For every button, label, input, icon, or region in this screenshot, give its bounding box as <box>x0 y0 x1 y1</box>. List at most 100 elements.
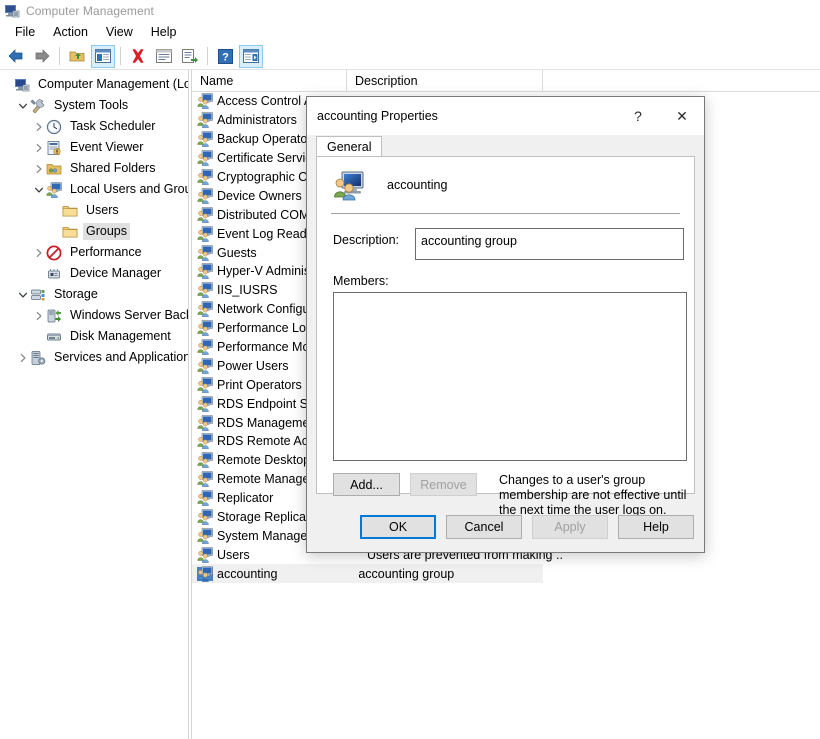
ok-button[interactable]: OK <box>360 514 436 539</box>
tree-item-groups[interactable]: Groups <box>0 221 188 242</box>
chevron-down-icon[interactable] <box>16 95 30 116</box>
tree-item-disk-management[interactable]: Disk Management <box>0 326 188 347</box>
console-tree-pane: Computer Management (Local System Tools … <box>0 70 188 739</box>
tree-item-label: Users <box>86 203 119 217</box>
computer-management-window: Computer Management File Action View Hel… <box>0 0 820 739</box>
event-viewer-icon <box>46 140 62 156</box>
chevron-right-icon[interactable] <box>32 158 46 179</box>
local-users-groups-icon <box>46 181 62 198</box>
chevron-right-icon[interactable] <box>32 116 46 137</box>
chevron-down-icon[interactable] <box>32 179 46 200</box>
tree-item-device-manager[interactable]: Device Manager <box>0 263 188 284</box>
chevron-right-icon[interactable] <box>16 347 30 368</box>
tree-item-performance[interactable]: Performance <box>0 242 188 263</box>
tree-item-task-scheduler[interactable]: Task Scheduler <box>0 116 188 137</box>
description-input[interactable]: accounting group <box>415 228 684 260</box>
tab-page-general: accounting Description: accounting group… <box>316 156 695 517</box>
group-icon <box>197 320 213 336</box>
menu-action[interactable]: Action <box>44 23 97 41</box>
menu-bar: File Action View Help <box>0 21 820 43</box>
chevron-right-icon[interactable] <box>32 242 46 263</box>
shared-folders-icon <box>46 161 62 177</box>
group-icon <box>197 339 213 355</box>
device-manager-icon <box>46 266 62 282</box>
menu-view[interactable]: View <box>97 23 142 41</box>
cancel-button[interactable]: Cancel <box>446 514 522 539</box>
chevron-down-icon[interactable] <box>16 284 30 305</box>
folder-icon <box>62 224 78 240</box>
help-button[interactable]: Help <box>618 514 694 539</box>
tree-item-label: Disk Management <box>70 329 171 343</box>
table-row[interactable]: accounting accounting group <box>192 564 543 584</box>
menu-help[interactable]: Help <box>142 23 186 41</box>
group-icon <box>197 131 213 148</box>
tree-item-services-and-applications[interactable]: Services and Applications <box>0 347 188 368</box>
close-icon[interactable]: ✕ <box>660 101 704 131</box>
back-icon[interactable] <box>4 45 28 68</box>
group-name-label: accounting <box>387 178 448 192</box>
up-folder-icon[interactable] <box>65 45 89 68</box>
console-tree: Computer Management (Local System Tools … <box>0 70 188 368</box>
description-row: Description: accounting group <box>317 214 694 260</box>
tree-item-event-viewer[interactable]: Event Viewer <box>0 137 188 158</box>
tree-item-label: Performance <box>70 245 142 259</box>
folder-icon <box>62 203 78 219</box>
tree-item-label: Task Scheduler <box>70 119 156 133</box>
remove-button: Remove <box>410 473 477 496</box>
toolbar-separator <box>59 47 60 65</box>
group-icon <box>197 376 213 393</box>
column-header-name[interactable]: Name <box>192 70 347 91</box>
group-icon <box>197 282 213 299</box>
tree-item-label: Device Manager <box>70 266 162 280</box>
group-icon <box>197 528 213 544</box>
show-hide-console-tree-icon[interactable] <box>91 44 115 68</box>
tree-item-shared-folders[interactable]: Shared Folders <box>0 158 188 179</box>
computer-management-icon <box>4 3 20 19</box>
tab-general[interactable]: General <box>316 136 383 157</box>
toolbar: ? <box>0 43 820 70</box>
properties-icon[interactable] <box>152 45 176 68</box>
description-label: Description: <box>333 233 399 247</box>
help-icon[interactable]: ? <box>213 45 237 68</box>
tree-item-label: Storage <box>54 287 98 301</box>
group-icon <box>197 188 213 204</box>
storage-icon <box>30 287 46 303</box>
forward-icon[interactable] <box>30 45 54 68</box>
column-header-description[interactable]: Description <box>347 70 543 91</box>
export-list-icon[interactable] <box>178 45 202 68</box>
performance-icon <box>46 245 62 261</box>
tree-item-computer-management-local[interactable]: Computer Management (Local <box>0 74 188 95</box>
tree-item-label: System Tools <box>54 98 129 112</box>
help-question-icon[interactable]: ? <box>616 101 660 131</box>
server-backup-icon <box>46 308 62 324</box>
group-icon <box>197 358 213 374</box>
delete-icon[interactable] <box>126 45 150 68</box>
accounting-properties-dialog: accounting Properties ? ✕ General accoun… <box>306 96 705 553</box>
tree-item-system-tools[interactable]: System Tools <box>0 95 188 116</box>
show-hide-action-pane-icon[interactable] <box>239 44 263 68</box>
chevron-right-icon[interactable] <box>32 305 46 326</box>
group-icon <box>197 93 213 110</box>
add-button[interactable]: Add... <box>333 473 400 496</box>
tree-item-storage[interactable]: Storage <box>0 284 188 305</box>
group-icon <box>197 244 213 261</box>
toolbar-separator <box>207 47 208 65</box>
group-icon <box>197 301 213 318</box>
group-icon-selected <box>197 565 213 582</box>
svg-text:?: ? <box>222 51 229 63</box>
members-listbox[interactable] <box>333 292 687 461</box>
tree-item-local-users-and-groups[interactable]: Local Users and Groups <box>0 179 188 200</box>
group-icon <box>197 206 213 223</box>
chevron-right-icon[interactable] <box>32 137 46 158</box>
tree-item-label: Event Viewer <box>70 140 144 154</box>
tree-item-users[interactable]: Users <box>0 200 188 221</box>
cell-name: accounting <box>217 566 278 581</box>
tree-item-label: Local Users and Groups <box>70 182 188 196</box>
system-tools-icon <box>30 98 46 114</box>
computer-icon <box>14 77 30 93</box>
tree-item-windows-server-backup[interactable]: Windows Server Backup <box>0 305 188 326</box>
menu-file[interactable]: File <box>6 23 44 41</box>
list-column-header: Name Description <box>192 70 820 92</box>
